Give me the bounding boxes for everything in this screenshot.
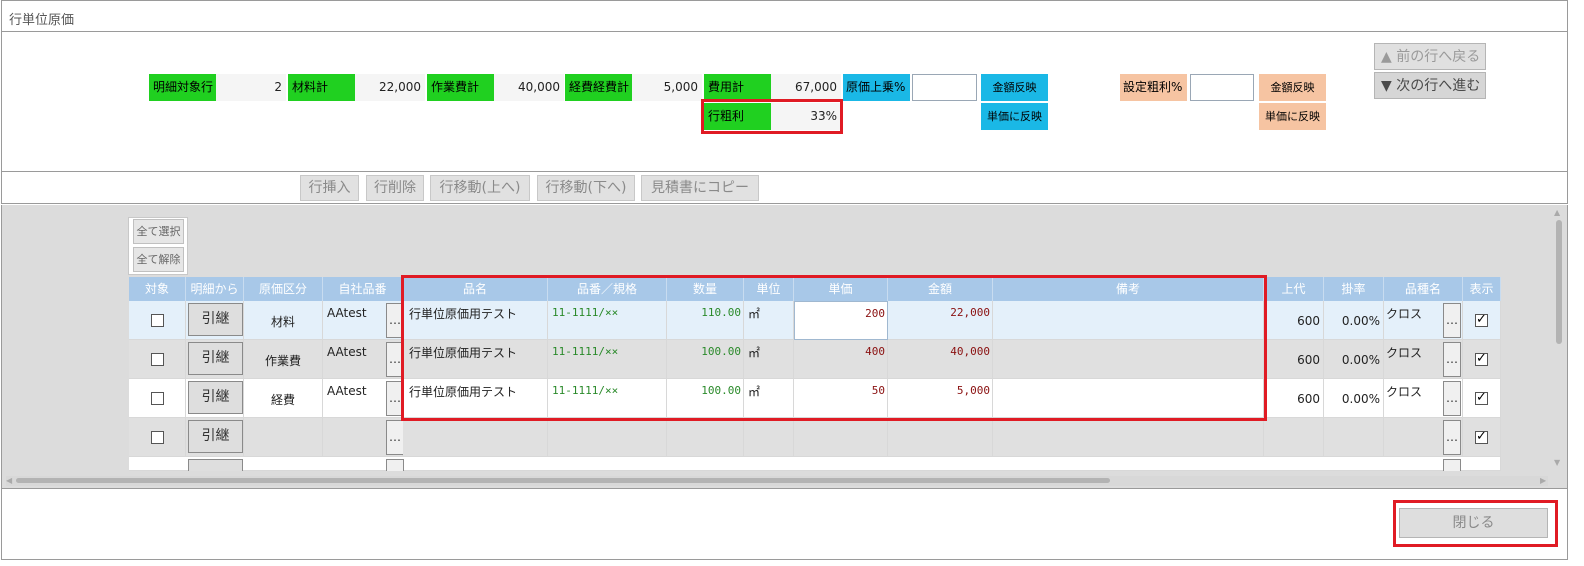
- row-target-checkbox[interactable]: [151, 314, 164, 327]
- delete-row-button[interactable]: 行削除: [366, 175, 424, 201]
- table-row: [129, 457, 1501, 471]
- scroll-left-icon[interactable]: ◀: [6, 476, 16, 486]
- unit-price-cell[interactable]: [794, 418, 888, 457]
- carry-over-button[interactable]: 引継: [188, 381, 243, 414]
- expense-total-label: 経費経費計: [565, 74, 632, 101]
- row-show-checkbox[interactable]: [1475, 390, 1488, 405]
- expense-total-value: 5,000: [632, 74, 702, 101]
- highlight-product-columns: [401, 275, 1267, 421]
- highlight-close-button: [1393, 500, 1558, 547]
- cost-type-cell: 材料: [244, 301, 323, 340]
- header-from-detail: 明細から: [186, 277, 244, 301]
- scroll-down-icon[interactable]: ▼: [1554, 458, 1564, 468]
- header-category: 品種名: [1384, 277, 1463, 301]
- row-target-checkbox[interactable]: [151, 431, 164, 444]
- vertical-scroll-thumb[interactable]: [1556, 220, 1562, 344]
- row-show-checkbox[interactable]: [1475, 312, 1488, 327]
- labor-total-value: 40,000: [494, 74, 564, 101]
- scroll-right-icon[interactable]: ▶: [1540, 476, 1550, 486]
- markup-percent-input[interactable]: [912, 74, 977, 101]
- material-total-value: 22,000: [355, 74, 425, 101]
- category-lookup-button[interactable]: …: [1443, 420, 1461, 455]
- rate-cell: 0.00%: [1324, 340, 1384, 379]
- rate-cell: 0.00%: [1324, 301, 1384, 340]
- row-show-checkbox[interactable]: [1475, 351, 1488, 366]
- toolbar: [1, 172, 1568, 204]
- unit-price-reflect-button[interactable]: 単価に反映: [981, 103, 1048, 130]
- move-row-down-button[interactable]: 行移動(下へ): [537, 175, 635, 201]
- own-code-lookup-button[interactable]: [386, 459, 404, 471]
- next-row-button[interactable]: ▼ 次の行へ進む: [1374, 72, 1486, 99]
- header-show: 表示: [1463, 277, 1501, 301]
- header-own-code: 自社品番: [323, 277, 403, 301]
- horizontal-scroll-thumb[interactable]: [16, 478, 1110, 483]
- carry-over-button[interactable]: 引継: [188, 303, 243, 336]
- own-code-lookup-button[interactable]: …: [386, 420, 404, 455]
- labor-total-label: 作業費計: [427, 74, 494, 101]
- row-show-checkbox[interactable]: [1475, 429, 1488, 444]
- cost-total-value: 67,000: [771, 74, 841, 101]
- footer-panel: [1, 488, 1568, 560]
- list-price-cell: 600: [1264, 301, 1324, 340]
- name-cell[interactable]: [403, 418, 548, 457]
- cost-type-cell: [244, 418, 323, 457]
- deselect-all-button[interactable]: 全て解除: [133, 247, 184, 272]
- category-lookup-button[interactable]: …: [1443, 303, 1461, 338]
- unit-cell[interactable]: [744, 418, 794, 457]
- select-all-button[interactable]: 全て選択: [133, 219, 184, 244]
- list-price-cell: 600: [1264, 379, 1324, 418]
- amount-cell[interactable]: [888, 418, 993, 457]
- list-price-cell: 600: [1264, 340, 1324, 379]
- header-cost-type: 原価区分: [244, 277, 323, 301]
- window-title-bar: 行単位原価: [1, 0, 1568, 32]
- detail-rows-label: 明細対象行: [149, 74, 216, 101]
- qty-cell[interactable]: [667, 418, 744, 457]
- amount-reflect2-button[interactable]: 金額反映: [1259, 74, 1326, 101]
- header-target: 対象: [129, 277, 186, 301]
- row-target-checkbox[interactable]: [151, 392, 164, 405]
- highlight-gross-profit: [701, 99, 843, 134]
- target-margin-label: 設定粗利%: [1120, 74, 1187, 101]
- cost-type-cell: 作業費: [244, 340, 323, 379]
- category-lookup-button[interactable]: …: [1443, 381, 1461, 416]
- rate-cell: [1324, 418, 1384, 457]
- scroll-up-icon[interactable]: ▲: [1554, 208, 1564, 218]
- category-lookup-button[interactable]: [1443, 459, 1461, 471]
- note-cell[interactable]: [993, 418, 1264, 457]
- carry-over-button[interactable]: 引継: [188, 420, 243, 453]
- carry-over-button[interactable]: [188, 459, 243, 471]
- detail-rows-value: 2: [216, 74, 286, 101]
- material-total-label: 材料計: [288, 74, 355, 101]
- cost-type-cell: 経費: [244, 379, 323, 418]
- spec-cell[interactable]: [548, 418, 667, 457]
- insert-row-button[interactable]: 行挿入: [300, 175, 359, 201]
- row-target-checkbox[interactable]: [151, 353, 164, 366]
- list-price-cell: [1264, 418, 1324, 457]
- cost-total-label: 費用計: [704, 74, 771, 101]
- rate-cell: 0.00%: [1324, 379, 1384, 418]
- target-margin-input[interactable]: [1190, 74, 1254, 101]
- amount-reflect-button[interactable]: 金額反映: [981, 74, 1048, 101]
- carry-over-button[interactable]: 引継: [188, 342, 243, 375]
- header-list-price: 上代: [1264, 277, 1324, 301]
- markup-percent-label: 原価上乗%: [843, 74, 910, 101]
- move-row-up-button[interactable]: 行移動(上へ): [430, 175, 530, 201]
- header-rate: 掛率: [1324, 277, 1384, 301]
- category-lookup-button[interactable]: …: [1443, 342, 1461, 377]
- copy-to-estimate-button[interactable]: 見積書にコピー: [641, 175, 759, 201]
- unit-price-reflect2-button[interactable]: 単価に反映: [1259, 103, 1326, 130]
- window-title: 行単位原価: [9, 13, 75, 28]
- prev-row-button[interactable]: ▲ 前の行へ戻る: [1374, 43, 1486, 70]
